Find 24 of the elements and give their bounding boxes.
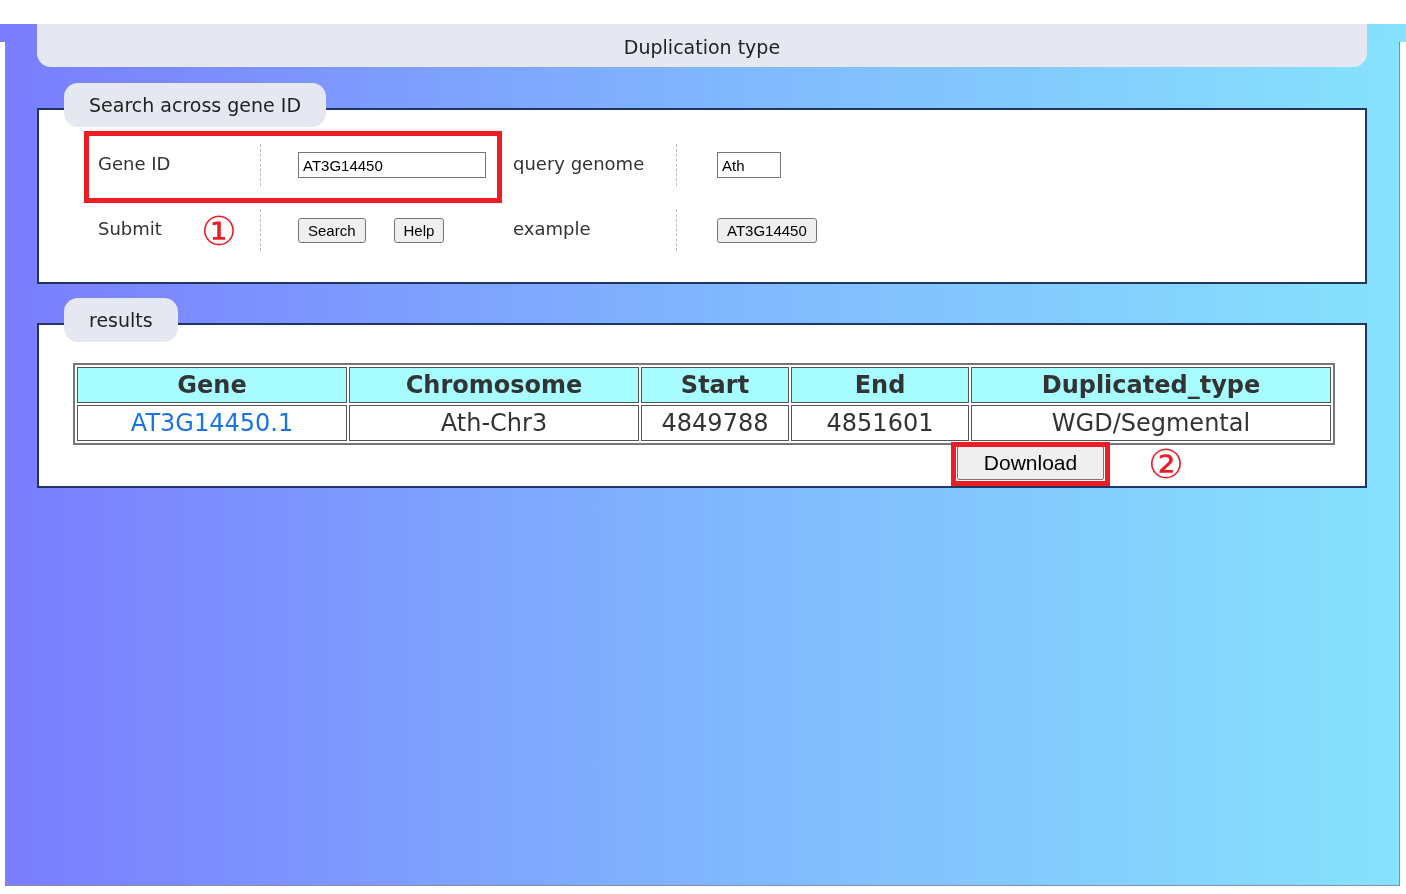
annotation-marker: ① xyxy=(201,208,237,254)
form-button[interactable]: Search xyxy=(298,217,366,243)
table-cell: 4851601 xyxy=(791,405,969,441)
table-cell: WGD/Segmental xyxy=(971,405,1331,441)
column-header: Gene xyxy=(77,367,347,403)
field-label: example xyxy=(513,217,591,239)
input-field[interactable]: AT3G14450 xyxy=(298,152,486,178)
field-label: Gene ID xyxy=(98,152,171,174)
field-label: query genome xyxy=(513,152,645,174)
table-cell: Ath-Chr3 xyxy=(349,405,639,441)
input-field[interactable]: Ath xyxy=(717,152,781,178)
column-header: End xyxy=(791,367,969,403)
table-cell: 4849788 xyxy=(641,405,789,441)
column-header: Chromosome xyxy=(349,367,639,403)
field-label: Submit xyxy=(98,217,162,239)
form-button[interactable]: Help xyxy=(393,217,445,243)
page-title: Duplication type xyxy=(623,36,781,58)
column-header: Start xyxy=(641,367,789,403)
panel-legend: Search across gene ID xyxy=(64,83,326,127)
download-button[interactable]: Download xyxy=(957,446,1104,480)
annotation-marker: ② xyxy=(1148,441,1184,487)
panel-legend: results xyxy=(64,298,178,342)
column-header: Duplicated_type xyxy=(971,367,1331,403)
form-button[interactable]: AT3G14450 xyxy=(717,217,817,243)
